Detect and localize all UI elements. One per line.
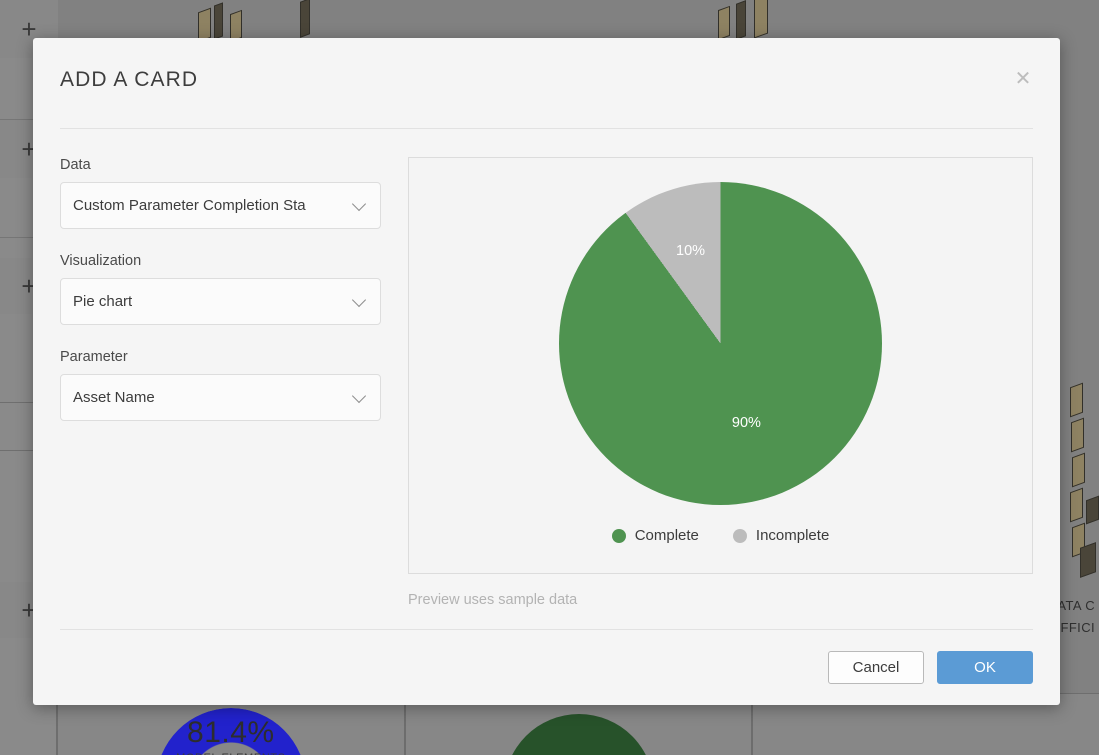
model-door-glyph [1071,417,1084,453]
background-card-title-line1: ATA C [1057,598,1095,613]
background-pie-chart [503,714,654,755]
background-card-title-line2: FFICI [1060,620,1095,635]
model-door-glyph [1086,495,1099,525]
chart-preview-frame: 90% 10% Complete Incomplete [408,157,1033,574]
cancel-button[interactable]: Cancel [828,651,924,684]
field-label-parameter: Parameter [60,349,128,365]
preview-column: 90% 10% Complete Incomplete Preview uses … [408,157,1033,629]
model-door-glyph [754,0,768,39]
model-door-glyph [1070,382,1083,418]
field-parameter: Parameter Asset Name [60,349,381,421]
chevron-down-icon [354,391,366,403]
dialog-title: ADD A CARD [60,68,199,91]
data-select[interactable]: Custom Parameter Completion Sta [60,182,381,229]
field-data: Data Custom Parameter Completion Sta [60,157,381,229]
gauge-percent: 81.4% [187,716,275,749]
legend-item-incomplete[interactable]: Incomplete [732,527,830,544]
chart-legend: Complete Incomplete [611,527,830,544]
model-door-glyph [718,5,730,41]
field-label-visualization: Visualization [60,253,142,269]
model-door-glyph [1080,542,1096,578]
visualization-select[interactable]: Pie chart [60,278,381,325]
data-select-value: Custom Parameter Completion Sta [73,197,306,214]
ok-button[interactable]: OK [937,651,1033,684]
field-label-data: Data [60,157,91,173]
field-visualization: Visualization Pie chart [60,253,381,325]
pie-slice-label-complete: 90% [731,415,761,432]
legend-color-swatch [611,528,626,543]
chevron-down-icon [354,199,366,211]
pie-slice-label-incomplete: 10% [676,243,706,260]
model-door-glyph [736,0,746,40]
form-column: Data Custom Parameter Completion Sta Vis… [60,157,381,629]
visualization-select-value: Pie chart [73,293,133,310]
add-card-dialog: ADD A CARD ✕ Data Custom Parameter Compl… [33,38,1060,705]
legend-label: Complete [634,527,699,544]
model-door-glyph [1070,487,1083,523]
chevron-down-icon [354,295,366,307]
gauge-label: 81.4% MODEL ELEMENTS [176,716,285,755]
close-icon[interactable]: ✕ [1010,66,1036,92]
model-door-glyph [300,0,310,38]
pie-chart: 90% 10% [559,182,882,505]
legend-label: Incomplete [755,527,830,544]
parameter-select-value: Asset Name [73,389,155,406]
dialog-body: Data Custom Parameter Completion Sta Vis… [33,129,1060,629]
model-door-glyph [1072,452,1085,488]
dialog-header: ADD A CARD ✕ [33,38,1060,128]
legend-item-complete[interactable]: Complete [611,527,699,544]
preview-note: Preview uses sample data [408,592,578,608]
parameter-select[interactable]: Asset Name [60,374,381,421]
dialog-footer: Cancel OK [60,629,1033,705]
model-door-glyph [214,2,223,40]
legend-color-swatch [732,528,747,543]
